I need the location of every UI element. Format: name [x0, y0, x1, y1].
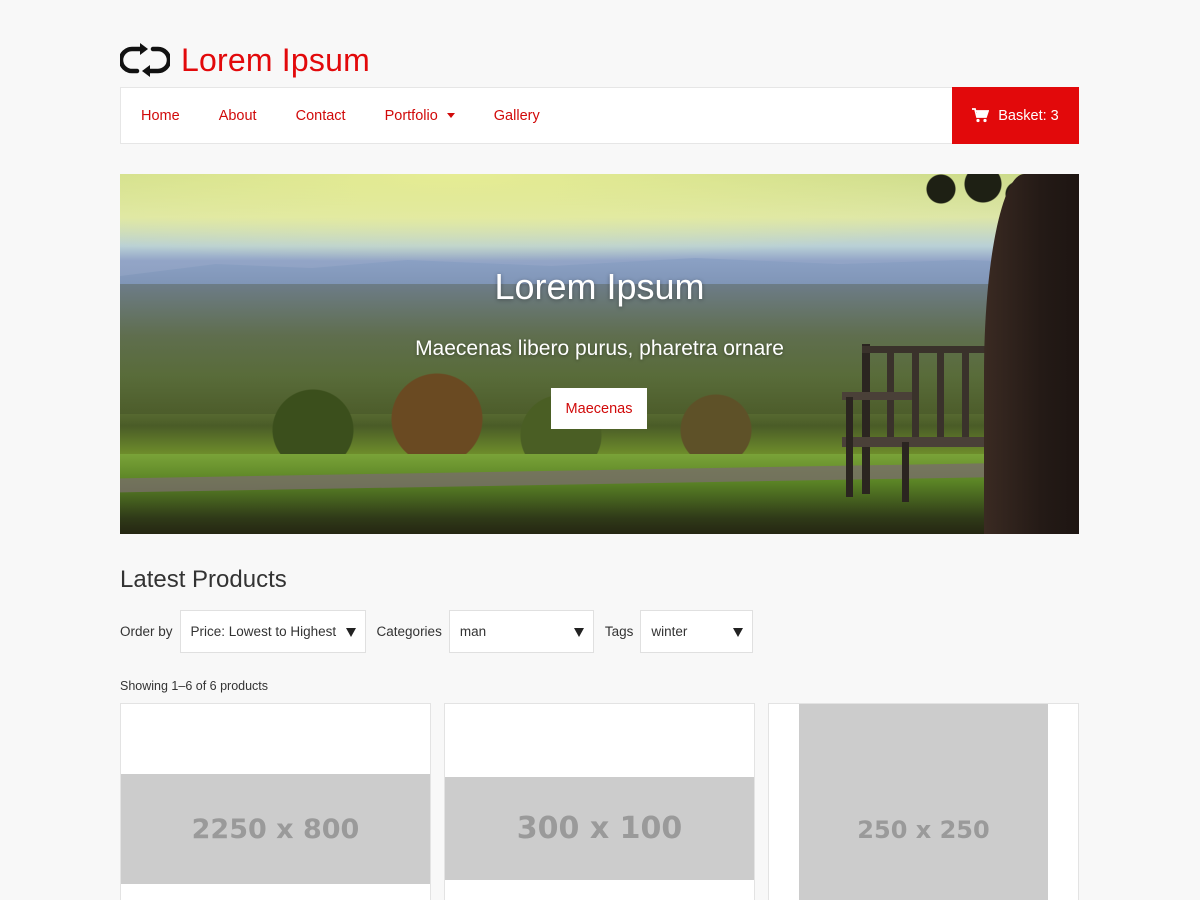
dropdown-arrow-icon [733, 628, 744, 637]
order-by-label: Order by [120, 624, 173, 639]
product-image-placeholder: 2250 x 800 [121, 774, 430, 884]
basket-button[interactable]: Basket: 3 [952, 87, 1079, 144]
nav-item-home[interactable]: Home [141, 108, 180, 124]
nav-item-contact[interactable]: Contact [296, 108, 346, 124]
cart-icon [972, 108, 990, 123]
product-card[interactable]: 250 x 250 [768, 703, 1079, 900]
hero-cta-button[interactable]: Maecenas [551, 388, 647, 429]
latest-products-heading: Latest Products [120, 566, 287, 593]
product-card[interactable]: 2250 x 800 [120, 703, 431, 900]
categories-select[interactable]: man [448, 610, 594, 653]
nav-item-portfolio[interactable]: Portfolio [385, 108, 455, 124]
tags-label: Tags [604, 624, 634, 639]
main-navigation: Home About Contact Portfolio Gallery Bas… [120, 87, 1079, 144]
caret-down-icon [446, 113, 455, 118]
product-card[interactable]: 300 x 100 [444, 703, 755, 900]
tags-select[interactable]: winter [640, 610, 754, 653]
hero-title: Lorem Ipsum [494, 266, 705, 307]
nav-item-portfolio-label: Portfolio [384, 107, 438, 124]
product-image-placeholder: 250 x 250 [799, 704, 1048, 900]
order-by-select[interactable]: Price: Lowest to Highest [179, 610, 366, 653]
nav-item-gallery[interactable]: Gallery [494, 108, 540, 124]
nav-menu: Home About Contact Portfolio Gallery [141, 88, 579, 143]
dropdown-arrow-icon [573, 628, 584, 637]
site-logo[interactable]: Lorem Ipsum [118, 40, 370, 80]
tags-value: winter [651, 624, 688, 639]
result-count: Showing 1–6 of 6 products [120, 679, 269, 693]
categories-value: man [459, 624, 487, 639]
dropdown-arrow-icon [345, 628, 356, 637]
product-image-placeholder: 300 x 100 [445, 777, 754, 880]
order-by-value: Price: Lowest to Highest [190, 624, 337, 639]
categories-label: Categories [376, 624, 442, 639]
basket-label: Basket: 3 [998, 107, 1059, 124]
loop-arrows-icon [118, 42, 172, 78]
nav-item-about[interactable]: About [219, 108, 257, 124]
hero-subtitle: Maecenas libero purus, pharetra ornare [415, 337, 784, 360]
hero-banner: Lorem Ipsum Maecenas libero purus, phare… [120, 174, 1079, 534]
site-title: Lorem Ipsum [181, 41, 370, 78]
product-filters: Order by Price: Lowest to Highest Catego… [120, 610, 764, 653]
